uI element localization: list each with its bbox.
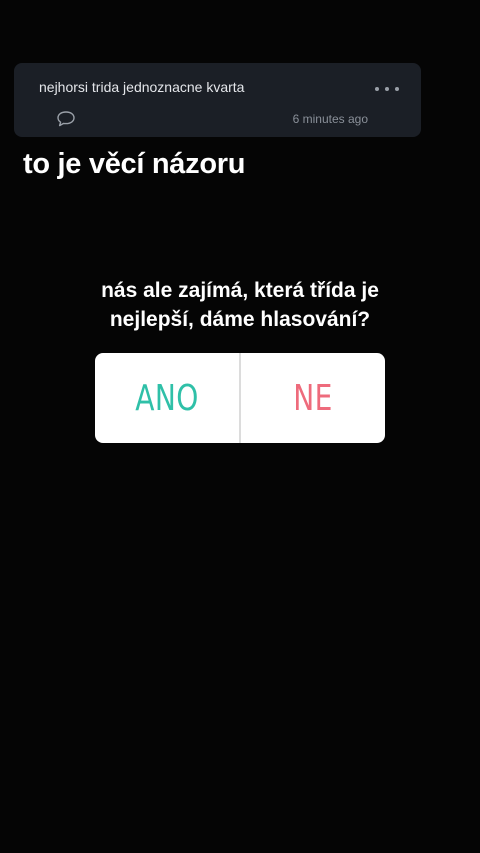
headline-text: to je věcí názoru xyxy=(23,148,246,180)
dot xyxy=(395,87,399,91)
comment-card: nejhorsi trida jednoznacne kvarta 6 minu… xyxy=(14,63,421,137)
poll-question-line-2: nejlepší, dáme hlasování? xyxy=(109,308,371,331)
dot xyxy=(385,87,389,91)
comment-timestamp: 6 minutes ago xyxy=(292,112,368,126)
poll-question: nás ale zajímá, která třída je nejlepší,… xyxy=(60,276,420,334)
poll-sticker: ANO NE xyxy=(95,353,385,443)
poll-divider xyxy=(239,353,241,443)
comment-text: nejhorsi trida jednoznacne kvarta xyxy=(39,79,245,95)
poll-option-yes[interactable]: ANO xyxy=(111,353,223,443)
speech-bubble-icon[interactable] xyxy=(56,110,76,128)
dot xyxy=(375,87,379,91)
poll-option-no[interactable]: NE xyxy=(257,353,369,443)
story-canvas: nejhorsi trida jednoznacne kvarta 6 minu… xyxy=(0,0,480,853)
more-options-icon[interactable] xyxy=(375,81,399,97)
poll-question-line-1: nás ale zajímá, která třída je xyxy=(101,279,379,302)
